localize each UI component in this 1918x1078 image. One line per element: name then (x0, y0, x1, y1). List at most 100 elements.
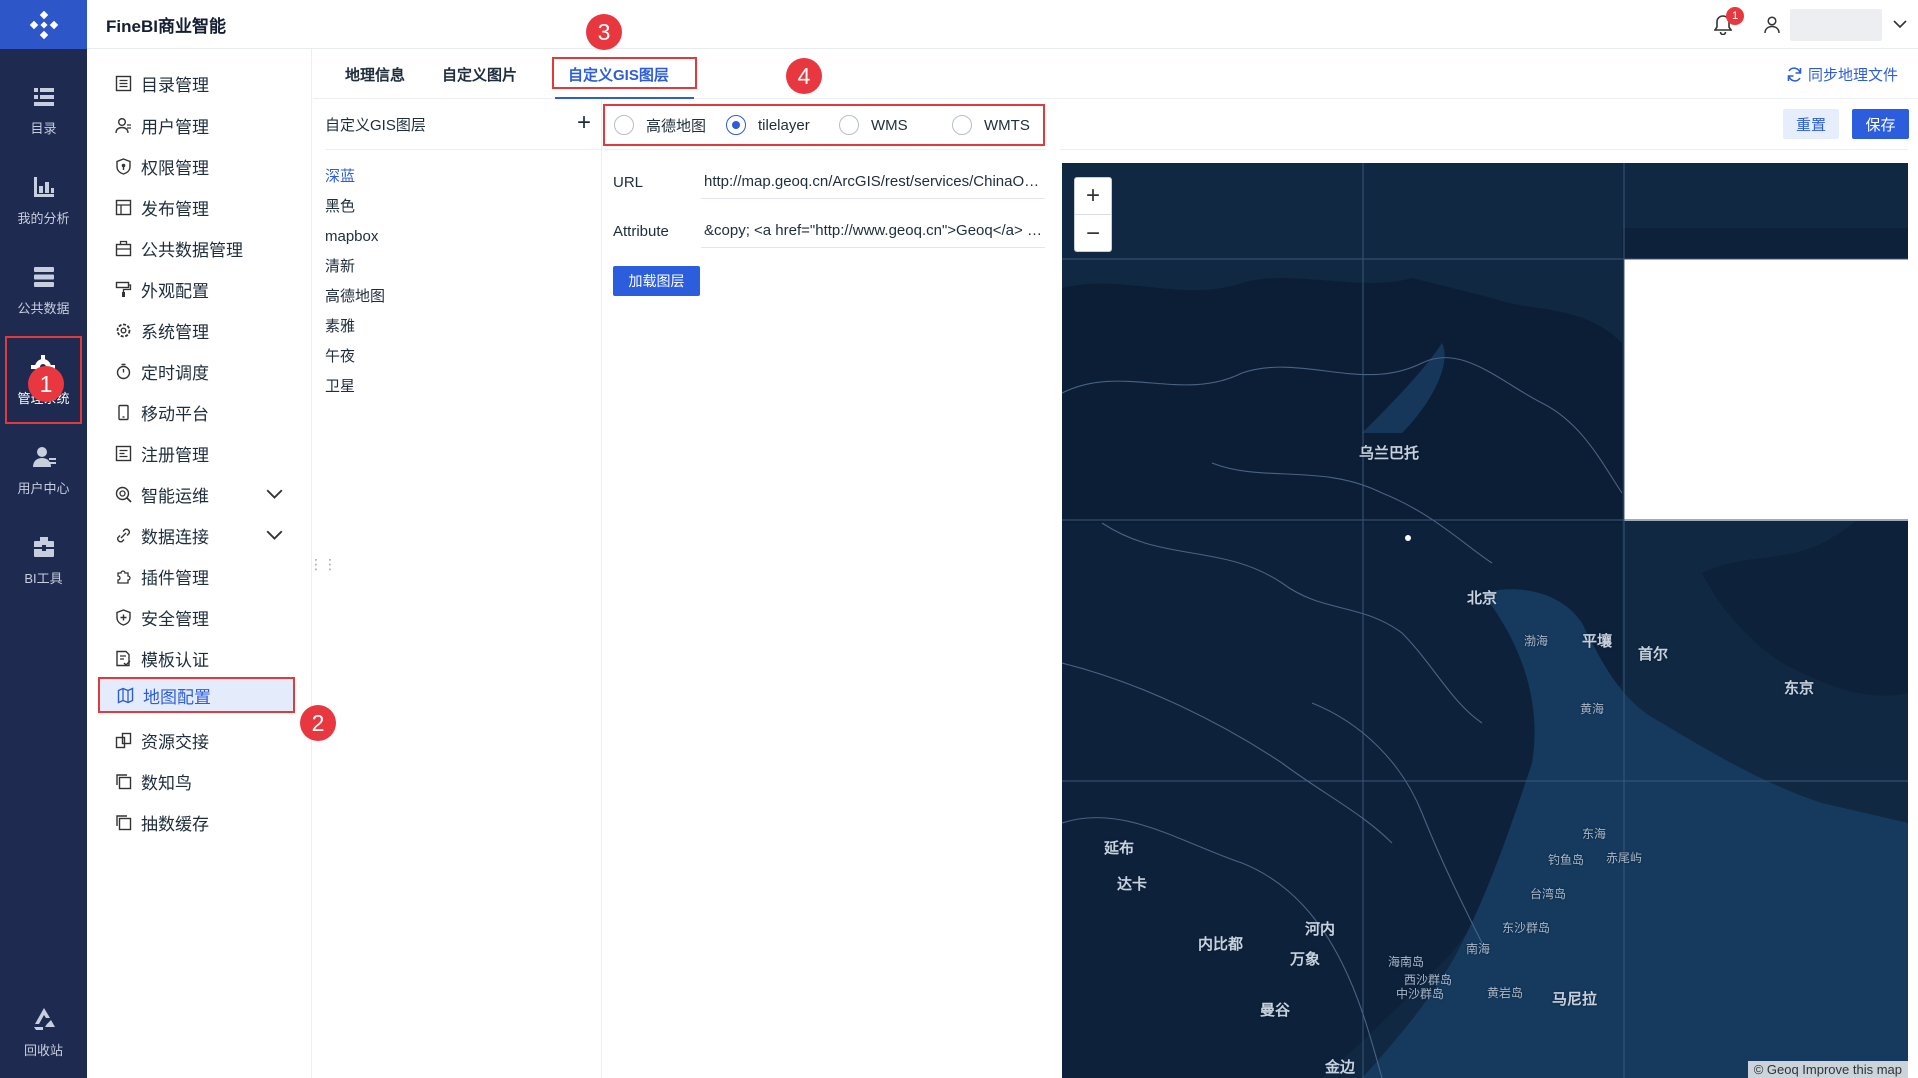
map-label: 台湾岛 (1530, 887, 1567, 901)
menu-item-label: 目录管理 (141, 75, 209, 95)
menu-item-resource-handover[interactable]: 资源交接 (87, 722, 312, 758)
ops-icon (115, 486, 132, 503)
zoom-out-button[interactable]: − (1075, 215, 1111, 252)
layer-item[interactable]: 深蓝 (325, 164, 355, 190)
layer-item[interactable]: 清新 (325, 254, 355, 280)
app-logo[interactable] (0, 0, 87, 49)
rail-item-my-analysis[interactable]: 我的分析 (0, 154, 87, 246)
menu-item-mobile-platform[interactable]: 移动平台 (87, 394, 312, 430)
radio-gaode[interactable]: 高德地图 (614, 106, 706, 144)
chevron-down-icon[interactable] (266, 486, 283, 503)
map-label: 内比都 (1198, 936, 1244, 953)
map-preview[interactable]: + − 乌兰巴托 北京 渤海 平壤 首尔 东京 黄海 东海 钓鱼岛 赤尾屿 台湾… (1062, 163, 1908, 1078)
map-label: 首尔 (1638, 646, 1669, 663)
rail-item-bi-tools[interactable]: BI工具 (0, 514, 87, 606)
rail-item-public-data[interactable]: 公共数据 (0, 244, 87, 336)
menu-item-data-connection[interactable]: 数据连接 (87, 517, 312, 553)
zoom-in-button[interactable]: + (1075, 178, 1111, 215)
menu-item-appearance-config[interactable]: 外观配置 (87, 271, 312, 307)
menu-item-label: 权限管理 (141, 158, 209, 178)
layer-item[interactable]: 高德地图 (325, 284, 385, 310)
tab-label: 地理信息 (345, 66, 406, 84)
callout-badge: 3 (586, 14, 622, 50)
radio-dot (614, 115, 634, 135)
menu-item-plugin-management[interactable]: 插件管理 (87, 558, 312, 594)
menu-item-scheduling[interactable]: 定时调度 (87, 353, 312, 389)
layer-item[interactable]: mapbox (325, 224, 378, 250)
notification-button[interactable]: 1 (1708, 6, 1744, 40)
rail-item-recycle-bin[interactable]: 回收站 (0, 986, 87, 1078)
shield-icon (116, 157, 131, 175)
tab-custom-image[interactable]: 自定义图片 (442, 49, 517, 99)
radio-label: WMTS (984, 116, 1030, 134)
user-button[interactable] (1760, 13, 1784, 37)
divider (603, 149, 1046, 150)
radio-label: 高德地图 (646, 117, 707, 135)
chevron-down-icon[interactable] (266, 527, 283, 544)
map-label: 延布 (1104, 840, 1135, 857)
rail-item-user-center[interactable]: 用户中心 (0, 424, 87, 516)
layer-item[interactable]: 卫星 (325, 374, 355, 400)
layer-item[interactable]: 素雅 (325, 314, 355, 340)
menu-item-map-config[interactable]: 地图配置 (98, 677, 295, 713)
callout-badge: 4 (786, 58, 822, 94)
certificate-icon (116, 650, 131, 666)
map-label: 赤尾屿 (1606, 851, 1643, 865)
username-display[interactable] (1790, 8, 1882, 41)
menu-item-label: 资源交接 (141, 732, 209, 752)
menu-item-extract-cache[interactable]: 抽数缓存 (87, 804, 312, 840)
menu-item-label: 插件管理 (141, 568, 209, 588)
menu-item-label: 数据连接 (141, 527, 209, 547)
menu-item-label: 用户管理 (141, 117, 209, 137)
menu-item-publish-management[interactable]: 发布管理 (87, 189, 312, 225)
map-attribution[interactable]: © Geoq Improve this map (1747, 1061, 1908, 1078)
menu-item-registration[interactable]: 注册管理 (87, 435, 312, 471)
menu-item-system-management[interactable]: 系统管理 (87, 312, 312, 348)
menu-item-intelligent-ops[interactable]: 智能运维 (87, 476, 312, 512)
panel-resize-handle[interactable]: ⋮⋮ (309, 556, 337, 573)
map-label: 黄岩岛 (1487, 986, 1524, 1000)
load-layer-button[interactable]: 加载图层 (613, 266, 700, 296)
radio-wmts[interactable]: WMTS (952, 106, 1030, 144)
reset-button[interactable]: 重置 (1783, 109, 1839, 139)
callout-badge: 2 (300, 705, 336, 741)
menu-item-label: 安全管理 (141, 609, 209, 629)
layer-item[interactable]: 午夜 (325, 344, 355, 370)
divider (1060, 149, 1908, 150)
top-header: FineBI商业智能 1 (87, 0, 1918, 49)
rail-label: 回收站 (23, 1042, 63, 1058)
radio-tilelayer[interactable]: tilelayer (726, 106, 810, 144)
url-input[interactable]: http://map.geoq.cn/ArcGIS/rest/services/… (701, 165, 1045, 199)
menu-item-security-management[interactable]: 安全管理 (87, 599, 312, 635)
briefcase-icon (115, 240, 132, 256)
radio-label: tilelayer (758, 116, 810, 134)
handover-icon (115, 732, 132, 748)
layer-list-header: 自定义GIS图层 + (325, 100, 602, 150)
refresh-icon (1787, 66, 1802, 82)
public-data-icon (33, 266, 54, 287)
user-menu-toggle[interactable] (1882, 20, 1918, 29)
menu-item-public-data-management[interactable]: 公共数据管理 (87, 230, 312, 266)
map-label: 黄海 (1580, 702, 1605, 716)
menu-item-permission-management[interactable]: 权限管理 (87, 148, 312, 184)
menu-item-label: 系统管理 (141, 322, 209, 342)
menu-item-catalog-management[interactable]: 目录管理 (87, 65, 312, 101)
menu-item-user-management[interactable]: 用户管理 (87, 107, 312, 143)
highlight-box (552, 57, 697, 89)
sync-geo-files-button[interactable]: 同步地理文件 (1786, 49, 1898, 99)
attribution-input[interactable]: &copy; <a href="http://www.geoq.cn">Geoq… (701, 214, 1045, 248)
radio-wms[interactable]: WMS (839, 106, 908, 144)
add-layer-button[interactable]: + (572, 111, 596, 136)
tab-geo-info[interactable]: 地理信息 (345, 49, 405, 99)
layer-item[interactable]: 黑色 (325, 194, 355, 220)
nav-rail: 目录 我的分析 公共数据 管理系统 用户中心 BI工具 回收站 (0, 0, 87, 1078)
map-label: 钓鱼岛 (1548, 853, 1585, 867)
header-actions: 1 (1708, 0, 1918, 49)
tab-custom-gis-layer[interactable]: 自定义GIS图层 (552, 49, 697, 99)
map-label: 河内 (1305, 921, 1336, 938)
save-button[interactable]: 保存 (1852, 109, 1909, 139)
rail-item-catalog[interactable]: 目录 (0, 64, 87, 156)
menu-item-shuzhiniao[interactable]: 数知鸟 (87, 763, 312, 799)
copy-icon (116, 773, 132, 789)
menu-item-template-auth[interactable]: 模板认证 (87, 640, 312, 676)
